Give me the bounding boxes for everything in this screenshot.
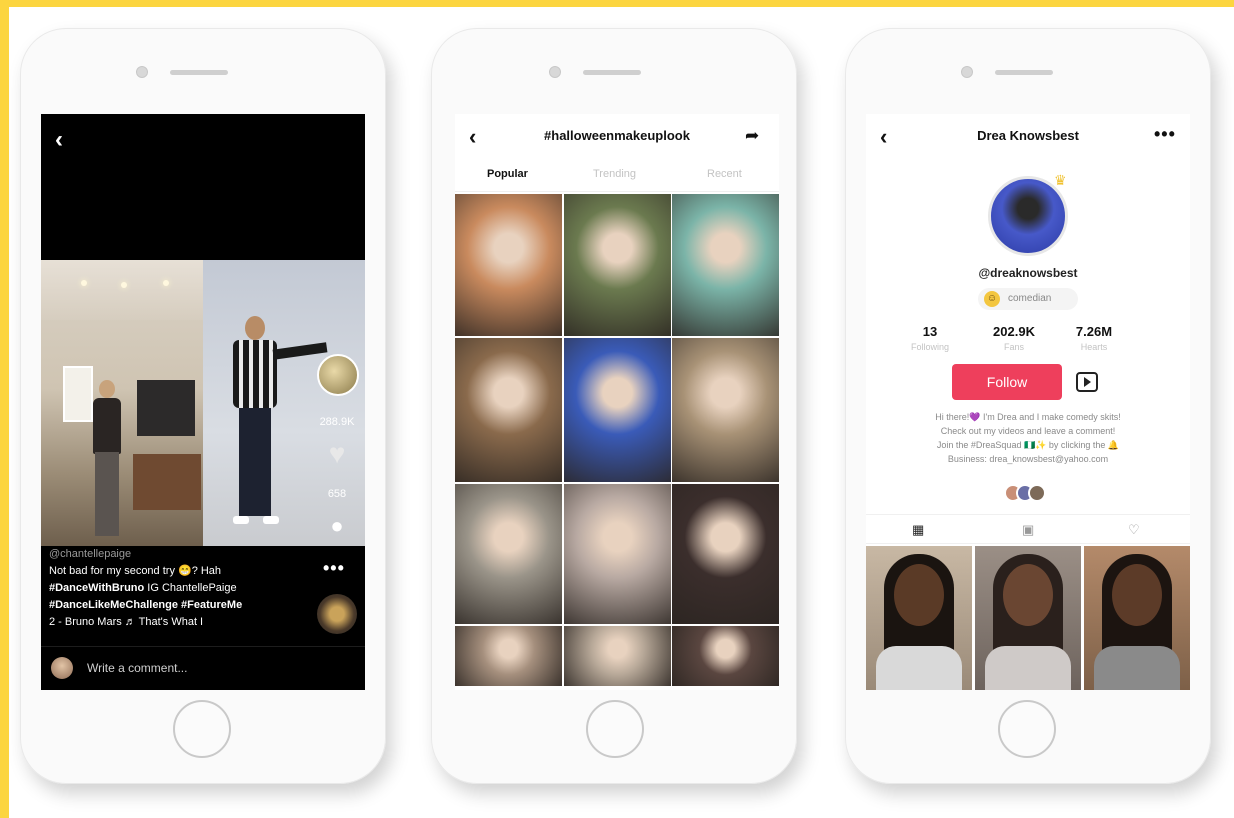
profile-video-thumb[interactable] [866, 546, 972, 690]
stat-label: Following [910, 342, 950, 352]
front-camera [136, 66, 148, 78]
hashtag-video-thumb[interactable] [455, 484, 562, 624]
user-avatar [51, 657, 73, 679]
bio-line: Check out my videos and leave a comment! [940, 426, 1116, 436]
caption-line: Not bad for my second try 😁? Hah [49, 565, 222, 577]
front-camera [961, 66, 973, 78]
grin-emoji-icon: ☺ [984, 291, 1000, 307]
video-screen: ‹ 288.9K ♥ 658 ● @chantellepaige Not bad… [41, 114, 365, 690]
caption-line-2: #DanceWithBruno IG ChantellePaige [49, 580, 319, 597]
profile-tabs: ▦ ▣ ♡ [866, 514, 1190, 544]
home-button[interactable] [586, 700, 644, 758]
profile-screen: ‹ Drea Knowsbest ••• ♛ @dreaknowsbest ☺ … [866, 114, 1190, 690]
tv-cabinet [133, 454, 201, 510]
mutual-friends-avatars[interactable] [1004, 484, 1054, 502]
creator-avatar[interactable] [317, 354, 359, 396]
profile-handle: @dreaknowsbest [978, 266, 1078, 280]
frame-border-left [0, 0, 9, 818]
heart-outline-icon[interactable]: ♡ [1128, 522, 1140, 538]
share-icon[interactable]: ➦ [745, 126, 759, 146]
ceiling [41, 260, 203, 320]
profile-video-thumb[interactable] [1084, 546, 1190, 690]
ceiling-light [163, 280, 169, 286]
earpiece-speaker [583, 70, 641, 75]
ceiling-light [81, 280, 87, 286]
video-caption: @chantellepaige Not bad for my second tr… [49, 546, 319, 631]
views-count: 288.9K [319, 416, 355, 428]
duet-video-right[interactable] [203, 260, 365, 546]
hashtag-link[interactable]: #DanceWithBruno [49, 582, 144, 594]
dancer-right [225, 316, 328, 536]
video-handle[interactable]: @chantellepaige [49, 546, 319, 563]
hashtag-video-thumb[interactable] [672, 338, 779, 482]
hashtag-video-thumb[interactable] [455, 626, 562, 686]
home-button[interactable] [998, 700, 1056, 758]
comment-bar: Write a comment... [41, 646, 365, 690]
hashtag-tabs: Popular Trending Recent [455, 158, 779, 192]
dancer-left [87, 380, 127, 540]
stat-label: Fans [1003, 342, 1024, 352]
hashtag-video-thumb[interactable] [672, 194, 779, 336]
more-options-icon[interactable]: ••• [1154, 124, 1176, 145]
tab-recent[interactable]: Recent [707, 168, 742, 180]
grid-icon[interactable]: ▦ [912, 522, 924, 538]
stat-value: 202.9K [993, 324, 1035, 339]
music-disc-icon[interactable] [317, 594, 357, 634]
hashtag-header: ‹ #halloweenmakeuplook ➦ [455, 114, 779, 158]
profile-name: Drea Knowsbest [977, 128, 1079, 143]
comment-input[interactable]: Write a comment... [87, 661, 187, 675]
hashtag-video-thumb[interactable] [455, 194, 562, 336]
phone-profile-page: ‹ Drea Knowsbest ••• ♛ @dreaknowsbest ☺ … [845, 28, 1211, 784]
bio-line: Hi there!💜 I'm Drea and I make comedy sk… [935, 412, 1121, 422]
comment-bubble-icon[interactable]: ● [317, 506, 357, 546]
hashtag-video-thumb[interactable] [672, 626, 779, 686]
profile-video-thumb[interactable] [975, 546, 1081, 690]
follow-button[interactable]: Follow [952, 364, 1062, 400]
friend-avatar [1028, 484, 1046, 502]
earpiece-speaker [995, 70, 1053, 75]
home-button[interactable] [173, 700, 231, 758]
phone-video-player: ‹ 288.9K ♥ 658 ● @chantellepaige Not bad… [20, 28, 386, 784]
stat-fans[interactable]: 202.9K Fans [974, 324, 1054, 352]
duet-video-left[interactable] [41, 260, 203, 546]
stat-value: 7.26M [1075, 324, 1113, 339]
profile-video-grid [866, 546, 1190, 690]
stat-label: Hearts [1080, 342, 1108, 352]
hashtag-video-thumb[interactable] [563, 338, 671, 482]
tab-trending[interactable]: Trending [593, 168, 636, 180]
hashtag-links[interactable]: #DanceLikeMeChallenge #FeatureMe [49, 599, 242, 611]
tab-popular[interactable]: Popular [487, 168, 528, 180]
frame-border-top [0, 0, 1234, 7]
hashtag-video-thumb[interactable] [563, 626, 671, 686]
badge-label: comedian [1008, 293, 1052, 304]
earpiece-speaker [170, 70, 228, 75]
stat-value: 13 [922, 324, 938, 339]
hashtag-video-thumb[interactable] [672, 484, 779, 624]
front-camera [549, 66, 561, 78]
hashtag-screen: ‹ #halloweenmakeuplook ➦ Popular Trendin… [455, 114, 779, 690]
music-label[interactable]: 2 - Bruno Mars ♬ That's What I [49, 614, 319, 631]
liked-grid-icon[interactable]: ▣ [1022, 522, 1034, 538]
hashtag-title: #halloweenmakeuplook [544, 128, 690, 143]
profile-bio: Hi there!💜 I'm Drea and I make comedy sk… [888, 410, 1168, 466]
profile-badge: ☺ comedian [978, 288, 1078, 310]
wall-tv [137, 380, 195, 436]
youtube-icon[interactable] [1076, 372, 1098, 392]
hashtag-video-thumb[interactable] [455, 338, 562, 482]
caption-text: IG ChantellePaige [144, 582, 237, 594]
comments-count: 658 [327, 488, 347, 500]
more-options-icon[interactable]: ••• [323, 558, 345, 579]
hashtag-video-thumb[interactable] [563, 194, 671, 336]
ceiling-light [121, 282, 127, 288]
hashtag-video-thumb[interactable] [563, 484, 671, 624]
crown-icon: ♛ [1054, 172, 1067, 188]
bio-line[interactable]: Business: drea_knowsbest@yahoo.com [888, 452, 1168, 466]
stat-following[interactable]: 13 Following [890, 324, 970, 352]
bio-line: Join the #DreaSquad 🇳🇬✨ by clicking the … [936, 440, 1120, 450]
back-arrow-icon[interactable]: ‹ [55, 126, 63, 154]
phone-hashtag-page: ‹ #halloweenmakeuplook ➦ Popular Trendin… [431, 28, 797, 784]
stat-hearts[interactable]: 7.26M Hearts [1054, 324, 1134, 352]
heart-icon[interactable]: ♥ [317, 434, 357, 474]
